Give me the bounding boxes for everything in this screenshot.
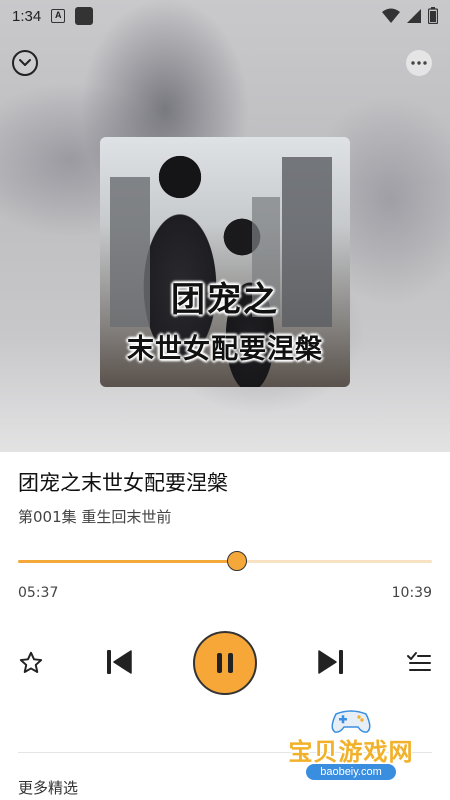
total-time: 10:39 bbox=[391, 585, 432, 601]
progress-fill bbox=[18, 560, 237, 563]
notification-square-icon bbox=[75, 7, 94, 25]
playlist-icon bbox=[407, 652, 431, 671]
progress-slider[interactable] bbox=[18, 551, 432, 571]
elapsed-time: 05:37 bbox=[18, 585, 59, 601]
star-icon bbox=[19, 651, 43, 673]
more-options-button[interactable] bbox=[406, 50, 432, 76]
watermark-url: baobeiy.com bbox=[306, 764, 396, 780]
notification-a-icon: A bbox=[51, 9, 66, 23]
chevron-down-icon bbox=[19, 59, 31, 66]
skip-previous-icon bbox=[107, 650, 132, 674]
collapse-player-button[interactable] bbox=[12, 50, 38, 76]
wifi-icon bbox=[382, 8, 400, 23]
more-horizontal-icon bbox=[411, 61, 427, 65]
battery-icon bbox=[428, 7, 438, 24]
cover-title-line2: 末世女配要涅槃 bbox=[127, 334, 323, 365]
status-bar: 1:34 A bbox=[0, 0, 450, 32]
playlist-button[interactable] bbox=[404, 648, 434, 678]
track-title: 团宠之末世女配要涅槃 bbox=[18, 471, 228, 495]
skip-next-icon bbox=[318, 650, 343, 674]
play-pause-button[interactable] bbox=[193, 631, 257, 695]
next-button[interactable] bbox=[315, 646, 347, 678]
previous-button[interactable] bbox=[103, 646, 135, 678]
more-picks-heading: 更多精选 bbox=[18, 779, 79, 797]
gamepad-icon bbox=[331, 710, 371, 733]
pause-icon bbox=[217, 653, 233, 673]
favorite-button[interactable] bbox=[16, 648, 46, 678]
progress-thumb[interactable] bbox=[227, 551, 247, 571]
album-cover: 团宠之 末世女配要涅槃 bbox=[100, 137, 350, 387]
watermark-text: 宝贝游戏网 bbox=[288, 738, 414, 766]
signal-icon bbox=[407, 8, 421, 23]
cover-title-line1: 团宠之 bbox=[171, 280, 279, 320]
site-watermark: 宝贝游戏网 baobeiy.com bbox=[276, 706, 426, 782]
status-time: 1:34 bbox=[12, 7, 42, 25]
episode-title: 第001集 重生回末世前 bbox=[18, 508, 172, 526]
